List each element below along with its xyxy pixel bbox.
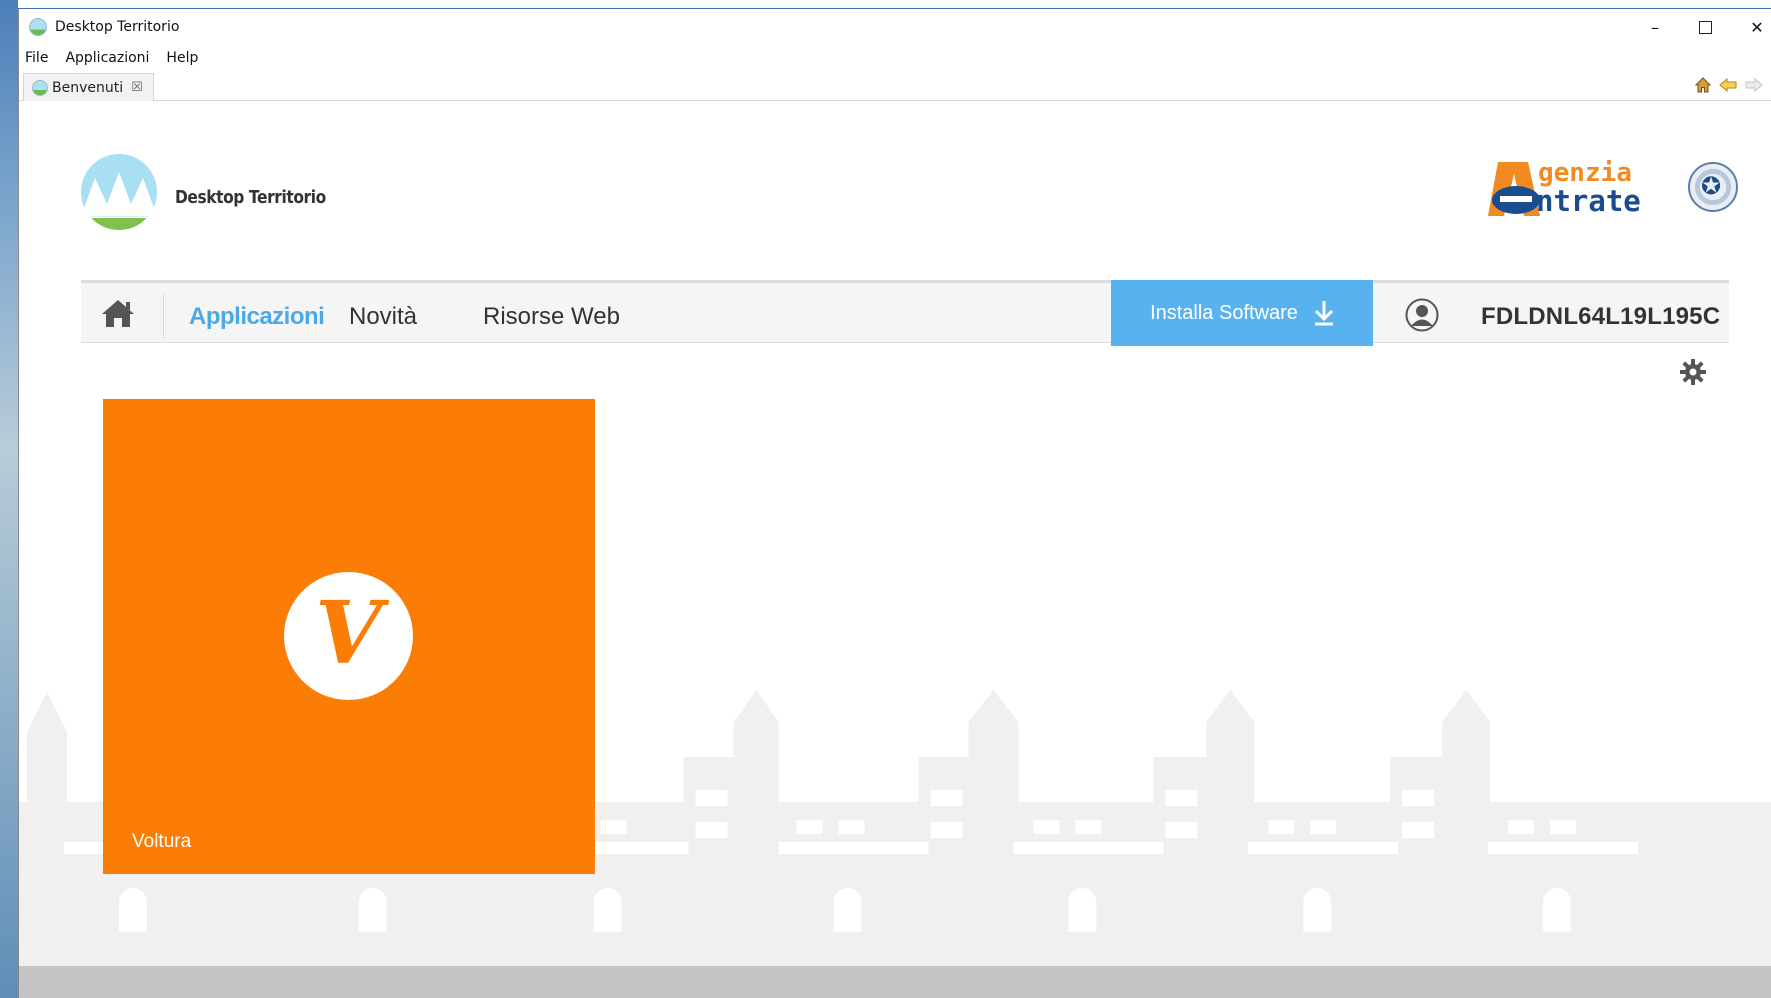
forward-arrow-icon[interactable] bbox=[1745, 77, 1763, 93]
agenzia-entrate-logo: genzia ntrate ✪ bbox=[1488, 158, 1738, 224]
menu-file[interactable]: File bbox=[25, 50, 48, 66]
agency-name-line2: ntrate bbox=[1536, 184, 1641, 218]
status-strip bbox=[19, 966, 1771, 998]
tab-bar: Benvenuti ☒ bbox=[19, 71, 1771, 101]
maximize-icon bbox=[1698, 20, 1712, 34]
app-tile-voltura[interactable]: V Voltura bbox=[103, 399, 595, 874]
tab-close-icon[interactable]: ☒ bbox=[131, 80, 143, 95]
user-fiscal-code: FDLDNL64L19L195C bbox=[1481, 303, 1721, 330]
gear-icon[interactable] bbox=[1679, 358, 1707, 386]
app-logo-icon bbox=[32, 80, 48, 96]
voltura-logo-letter: V bbox=[315, 583, 382, 684]
app-name: Desktop Territorio bbox=[175, 187, 326, 208]
home-icon[interactable] bbox=[1695, 77, 1711, 93]
italian-republic-seal-icon: ✪ bbox=[1688, 162, 1738, 212]
voltura-logo-icon: V bbox=[284, 572, 413, 700]
back-arrow-icon[interactable] bbox=[1719, 77, 1737, 93]
user-circle-icon[interactable] bbox=[1405, 298, 1439, 332]
tile-label: Voltura bbox=[132, 831, 192, 852]
title-bar: Desktop Territorio – ✕ bbox=[19, 9, 1771, 45]
download-arrow-icon bbox=[1314, 301, 1333, 326]
minimize-icon: – bbox=[1651, 17, 1659, 37]
close-button[interactable]: ✕ bbox=[1731, 9, 1771, 45]
maximize-button[interactable] bbox=[1679, 9, 1731, 45]
nav-applicazioni[interactable]: Applicazioni bbox=[189, 303, 325, 331]
app-logo-icon bbox=[29, 18, 47, 36]
tab-benvenuti[interactable]: Benvenuti ☒ bbox=[23, 73, 154, 101]
desktop-background bbox=[0, 0, 18, 998]
menu-bar: File Applicazioni Help bbox=[19, 45, 1771, 71]
install-software-label: Installa Software bbox=[1150, 301, 1298, 324]
menu-help[interactable]: Help bbox=[166, 50, 198, 66]
close-icon: ✕ bbox=[1750, 17, 1764, 37]
nav-divider bbox=[163, 294, 164, 338]
main-nav: Applicazioni Novità Risorse Web Installa… bbox=[81, 280, 1729, 346]
tab-label: Benvenuti bbox=[52, 79, 124, 96]
install-software-button[interactable]: Installa Software bbox=[1111, 280, 1373, 346]
app-window: Desktop Territorio – ✕ File Applicazioni… bbox=[18, 8, 1771, 998]
menu-applicazioni[interactable]: Applicazioni bbox=[65, 50, 149, 66]
welcome-page: Desktop Territorio genzia ntrate ✪ Appli… bbox=[19, 102, 1771, 998]
mountain-icon bbox=[81, 172, 157, 216]
nav-novita[interactable]: Novità bbox=[349, 303, 417, 331]
browser-toolbar bbox=[1695, 77, 1763, 93]
nav-risorse-web[interactable]: Risorse Web bbox=[483, 303, 620, 331]
desktop-territorio-logo bbox=[81, 154, 157, 230]
home-icon[interactable] bbox=[101, 298, 135, 328]
window-title: Desktop Territorio bbox=[55, 19, 180, 35]
minimize-button[interactable]: – bbox=[1629, 9, 1681, 45]
